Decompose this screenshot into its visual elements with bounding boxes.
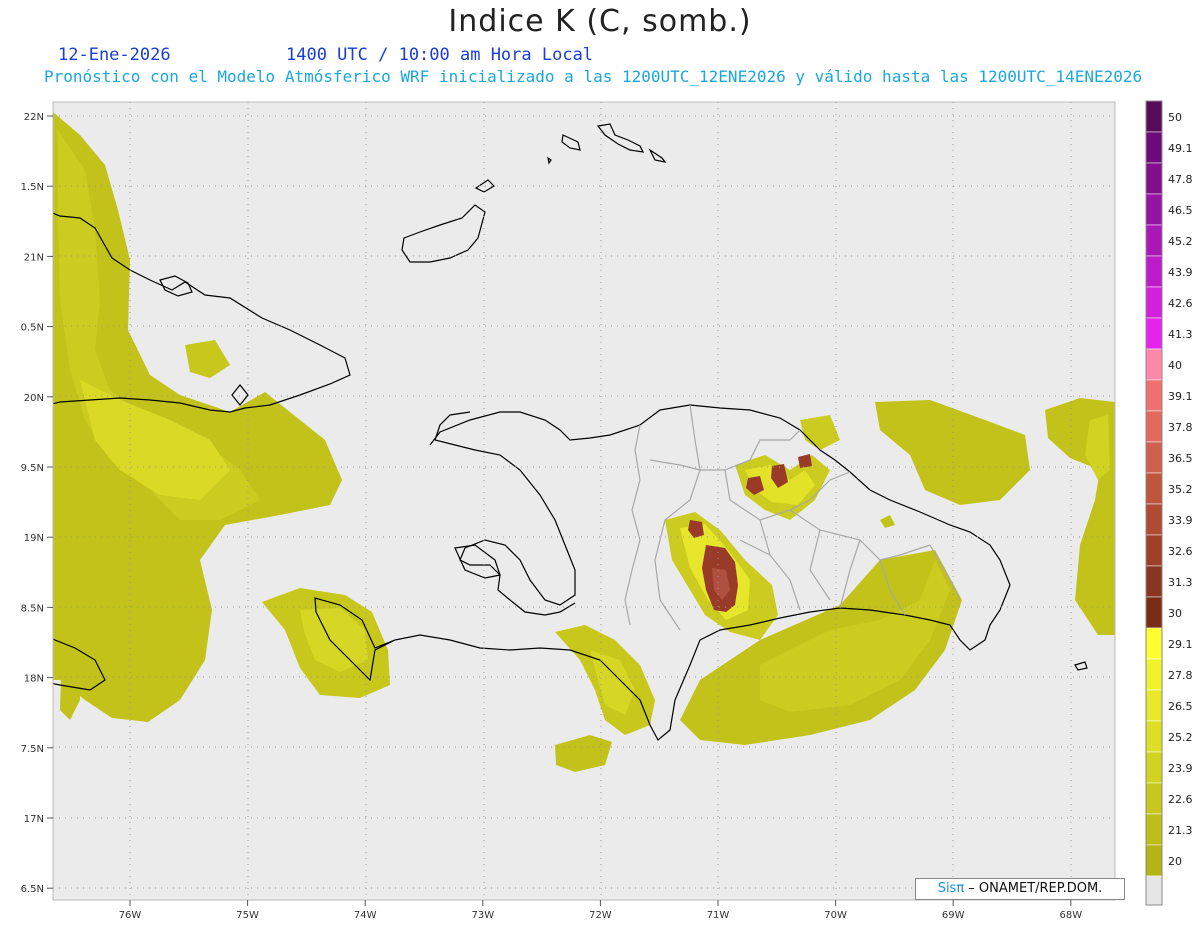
colorbar-label: 47.8 xyxy=(1168,173,1193,186)
colorbar-label: 39.1 xyxy=(1168,390,1193,403)
lat-label: 7.5N xyxy=(21,744,44,755)
lat-label: 17N xyxy=(24,814,44,825)
lat-label: 22N xyxy=(24,112,44,123)
colorbar-label: 31.3 xyxy=(1168,576,1193,589)
colorbar-swatch xyxy=(1145,193,1163,226)
lat-label: 9.5N xyxy=(21,463,44,474)
colorbar-swatch xyxy=(1145,348,1163,381)
colorbar-label: 30 xyxy=(1168,607,1182,620)
colorbar-label: 33.9 xyxy=(1168,514,1193,527)
sispi-logo: Sisπ xyxy=(937,881,965,896)
colorbar-label: 36.5 xyxy=(1168,452,1193,465)
lon-label: 68W xyxy=(1059,910,1082,921)
lon-label: 75W xyxy=(236,910,259,921)
colorbar-swatch xyxy=(1145,100,1163,133)
colorbar-swatch xyxy=(1145,410,1163,443)
colorbar-swatch xyxy=(1145,162,1163,195)
colorbar-swatch xyxy=(1145,503,1163,536)
colorbar-swatch xyxy=(1145,689,1163,722)
colorbar-swatch xyxy=(1145,813,1163,846)
lat-label: 20N xyxy=(24,393,44,404)
colorbar-label: 43.9 xyxy=(1168,266,1193,279)
colorbar-label: 27.8 xyxy=(1168,669,1193,682)
colorbar-swatch xyxy=(1145,751,1163,784)
colorbar-label: 37.8 xyxy=(1168,421,1193,434)
colorbar-swatch xyxy=(1145,379,1163,412)
colorbar-label: 20 xyxy=(1168,855,1182,868)
latitude-axis: 22N 1.5N 21N 0.5N 20N 9.5N 19N 8.5N 18N 7.5N 17N 6.… xyxy=(21,112,53,895)
colorbar-swatch xyxy=(1145,596,1163,629)
lon-label: 69W xyxy=(942,910,965,921)
credit-box: Sisπ – ONAMET/REP.DOM. xyxy=(915,878,1125,900)
colorbar-swatch xyxy=(1145,782,1163,815)
colorbar-label: 35.2 xyxy=(1168,483,1193,496)
colorbar-swatch xyxy=(1145,658,1163,691)
colorbar-label: 32.6 xyxy=(1168,545,1193,558)
colorbar-swatch xyxy=(1145,317,1163,350)
credit-text: – ONAMET/REP.DOM. xyxy=(964,881,1103,896)
colorbar-swatch xyxy=(1145,255,1163,288)
colorbar-label: 45.2 xyxy=(1168,235,1193,248)
colorbar-label: 46.5 xyxy=(1168,204,1193,217)
lon-label: 71W xyxy=(707,910,730,921)
colorbar-label: 25.2 xyxy=(1168,731,1193,744)
colorbar-label: 22.6 xyxy=(1168,793,1193,806)
colorbar-swatch xyxy=(1145,472,1163,505)
colorbar-swatch xyxy=(1145,565,1163,598)
colorbar-label: 29.1 xyxy=(1168,638,1193,651)
colorbar-label: 21.3 xyxy=(1168,824,1193,837)
lat-label: 0.5N xyxy=(21,323,44,334)
colorbar-swatch xyxy=(1145,720,1163,753)
colorbar-label: 41.3 xyxy=(1168,328,1193,341)
colorbar-swatch xyxy=(1145,627,1163,660)
colorbar-swatch xyxy=(1145,286,1163,319)
colorbar-swatch xyxy=(1145,131,1163,164)
colorbar-swatch xyxy=(1145,224,1163,257)
lat-label: 21N xyxy=(24,252,44,263)
colorbar-label: 50 xyxy=(1168,111,1182,124)
lon-label: 76W xyxy=(119,910,142,921)
longitude-axis: 76W 75W 74W 73W 72W 71W 70W 69W 68W xyxy=(119,900,1082,921)
lat-label: 19N xyxy=(24,533,44,544)
lat-label: 6.5N xyxy=(21,884,44,895)
colorbar-label: 23.9 xyxy=(1168,762,1193,775)
weather-map: 22N 1.5N 21N 0.5N 20N 9.5N 19N 8.5N 18N 7.5N 17N 6.… xyxy=(21,100,1193,921)
colorbar-swatch xyxy=(1145,534,1163,567)
colorbar-swatch xyxy=(1145,844,1163,877)
colorbar-label: 26.5 xyxy=(1168,700,1193,713)
colorbar-label: 49.1 xyxy=(1168,142,1193,155)
lon-label: 72W xyxy=(589,910,612,921)
colorbar-label: 42.6 xyxy=(1168,297,1193,310)
lat-label: 18N xyxy=(24,674,44,685)
colorbar-swatch-below xyxy=(1145,875,1163,906)
colorbar-label: 40 xyxy=(1168,359,1182,372)
colorbar-swatch xyxy=(1145,441,1163,474)
lat-label: 1.5N xyxy=(21,182,44,193)
colorbar-legend: 50 49.1 47.8 46.5 45.2 43.9 42.6 41.3 40 39.1 37.8… xyxy=(1145,100,1193,906)
lon-label: 74W xyxy=(354,910,377,921)
lon-label: 70W xyxy=(824,910,847,921)
lon-label: 73W xyxy=(471,910,494,921)
lat-label: 8.5N xyxy=(21,603,44,614)
